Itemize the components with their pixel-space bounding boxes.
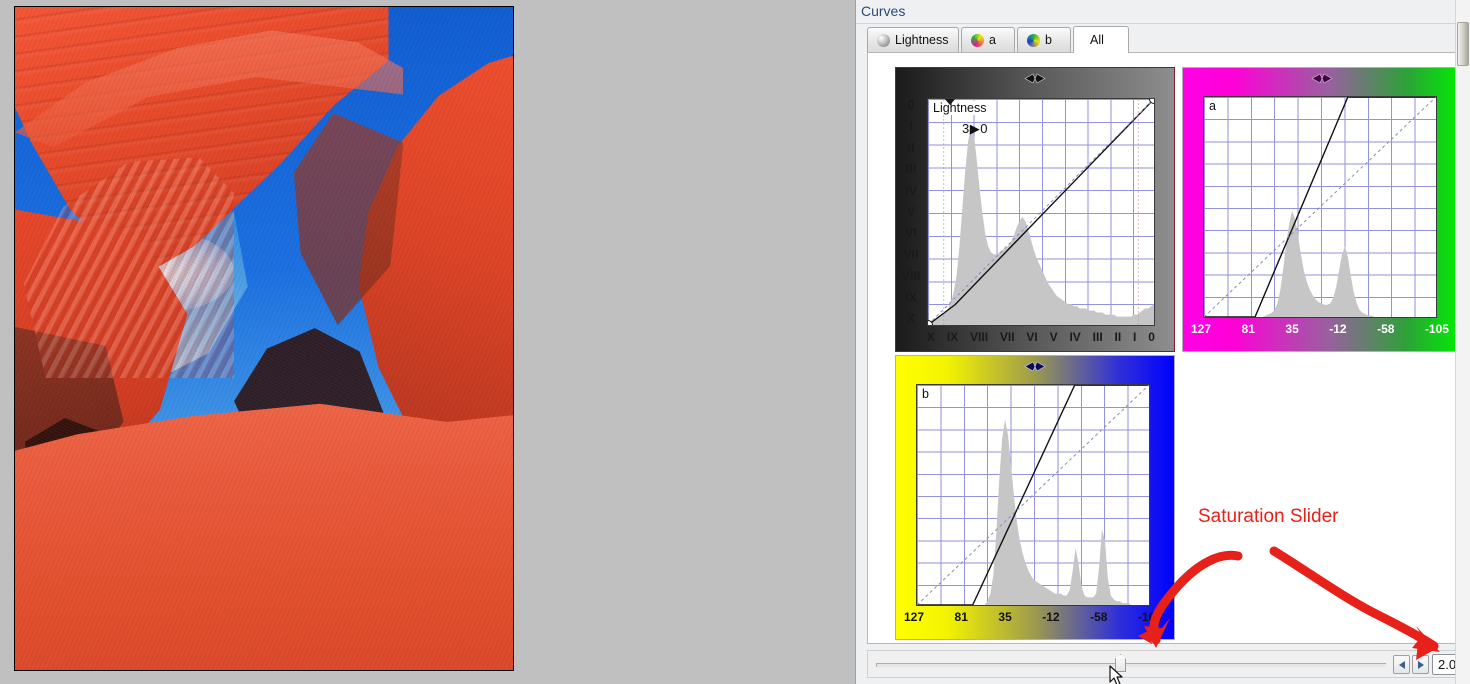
y-tick: III — [905, 162, 917, 177]
b-x-axis: 127 81 35 -12 -58 -105 — [904, 610, 1162, 624]
curves-tab-panel: 0 I II III IV V VI VII VIII IX X Lightne… — [867, 52, 1462, 644]
tab-a-label: a — [989, 33, 996, 47]
tab-b[interactable]: b — [1017, 27, 1071, 52]
x-tick: 35 — [998, 610, 1012, 624]
b-gradient-handle-icon[interactable] — [1024, 359, 1046, 372]
saturation-slider-bar: 2.07 — [867, 650, 1470, 678]
triangle-right-icon — [1417, 660, 1424, 669]
lightness-black-point-handle-icon[interactable] — [944, 99, 956, 105]
b-plot-svg — [917, 385, 1149, 605]
a-curve-card[interactable]: a 127 81 35 -12 -58 -105 — [1182, 67, 1462, 352]
x-tick: -105 — [1424, 322, 1449, 336]
b-plot-label: b — [921, 387, 930, 401]
sphere-gray-icon — [877, 33, 890, 47]
x-tick: VIII — [970, 330, 989, 344]
tab-a[interactable]: a — [961, 27, 1015, 52]
readout-input: 3 — [962, 121, 970, 136]
lightness-readout: 3▶0 — [962, 121, 988, 137]
x-tick: III — [1092, 330, 1103, 344]
saturation-increment-button[interactable] — [1412, 655, 1429, 674]
y-tick: VI — [905, 226, 917, 241]
curves-panel: Curves Lightness a b All 0 I II III IV V… — [855, 0, 1470, 684]
x-tick: 81 — [954, 610, 968, 624]
lightness-curve-card[interactable]: 0 I II III IV V VI VII VIII IX X Lightne… — [895, 67, 1175, 352]
tab-all-label: All — [1090, 33, 1104, 47]
page-title: Curves — [861, 3, 906, 19]
b-plot[interactable]: b — [916, 384, 1150, 606]
a-plot-svg — [1204, 97, 1436, 317]
lightness-gradient-handle-icon[interactable] — [1024, 71, 1046, 84]
y-tick: IX — [905, 290, 917, 305]
x-tick: II — [1114, 330, 1122, 344]
image-canvas-pane — [0, 0, 855, 684]
readout-arrow-icon: ▶ — [969, 121, 981, 136]
title-divider — [856, 23, 1470, 24]
b-curve-card[interactable]: b 127 81 35 -12 -58 -105 — [895, 355, 1175, 640]
x-tick: VII — [999, 330, 1015, 344]
x-tick: 127 — [1191, 322, 1212, 336]
screen-root: Curves Lightness a b All 0 I II III IV V… — [0, 0, 1470, 684]
tab-all[interactable]: All — [1073, 26, 1129, 53]
lightness-plot[interactable]: Lightness 3▶0 — [927, 98, 1155, 326]
y-tick: X — [906, 311, 916, 326]
tab-b-label: b — [1045, 33, 1052, 47]
x-tick: 35 — [1285, 322, 1299, 336]
sphere-magenta-green-icon — [971, 33, 984, 47]
vertical-scrollbar-thumb[interactable] — [1457, 22, 1469, 66]
mouse-cursor-icon — [1109, 665, 1125, 684]
x-tick: -12 — [1329, 322, 1347, 336]
vertical-scrollbar[interactable] — [1455, 0, 1470, 684]
x-tick: -105 — [1137, 610, 1162, 624]
annotation-label: Saturation Slider — [1198, 506, 1339, 527]
a-gradient-handle-icon[interactable] — [1311, 71, 1333, 84]
y-tick: VII — [903, 247, 919, 262]
y-tick: IV — [905, 183, 917, 198]
saturation-slider-track[interactable] — [876, 663, 1386, 667]
x-tick: V — [1049, 330, 1058, 344]
y-tick: I — [909, 119, 913, 134]
tab-lightness-label: Lightness — [895, 33, 949, 47]
x-tick: -58 — [1377, 322, 1395, 336]
tab-lightness[interactable]: Lightness — [867, 27, 959, 52]
y-tick: VIII — [901, 269, 921, 284]
photo-frame[interactable] — [14, 6, 514, 671]
y-tick: V — [906, 204, 916, 219]
x-tick: VI — [1026, 330, 1038, 344]
lightness-x-axis: X IX VIII VII VI V IV III II I 0 — [927, 330, 1155, 344]
sphere-yellow-blue-icon — [1027, 33, 1040, 47]
x-tick: 0 — [1148, 330, 1155, 344]
x-tick: I — [1133, 330, 1137, 344]
x-tick: -58 — [1090, 610, 1108, 624]
photo-red-rock-arch — [15, 7, 513, 670]
lightness-plot-label: Lightness — [932, 101, 988, 115]
lightness-y-axis: 0 I II III IV V VI VII VIII IX X — [900, 98, 922, 326]
x-tick: IX — [946, 330, 959, 344]
y-tick: 0 — [907, 98, 915, 112]
y-tick: II — [907, 140, 915, 155]
x-tick: -12 — [1042, 610, 1060, 624]
a-x-axis: 127 81 35 -12 -58 -105 — [1191, 322, 1449, 336]
photo-foreground-slab — [15, 403, 513, 670]
x-tick: IV — [1069, 330, 1081, 344]
saturation-decrement-button[interactable] — [1393, 655, 1410, 674]
triangle-left-icon — [1398, 660, 1405, 669]
a-plot-label: a — [1208, 99, 1217, 113]
x-tick: X — [927, 330, 936, 344]
x-tick: 127 — [904, 610, 925, 624]
a-plot[interactable]: a — [1203, 96, 1437, 318]
readout-output: 0 — [980, 121, 988, 136]
x-tick: 81 — [1241, 322, 1255, 336]
